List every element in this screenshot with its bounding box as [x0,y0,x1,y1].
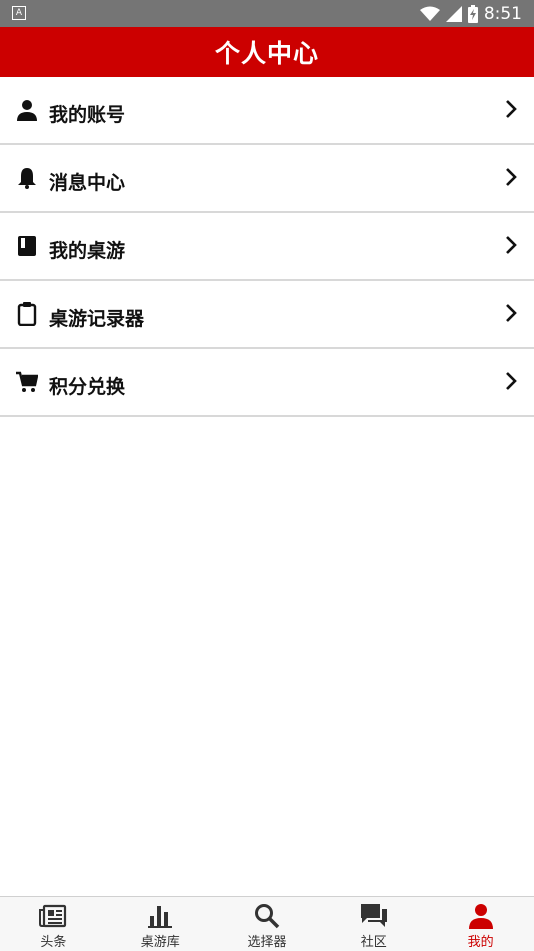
nav-tab-headlines[interactable]: 头条 [0,897,107,951]
battery-charging-icon [467,4,478,23]
nav-label: 头条 [40,935,67,950]
status-time: 8:51 [483,3,522,24]
nav-label: 我的 [467,935,494,950]
chevron-right-icon [506,236,517,254]
page-title: 个人中心 [214,39,319,68]
newspaper-icon [38,902,68,929]
search-icon [252,902,282,929]
nav-label: 桌游库 [140,935,180,950]
chevron-right-icon [506,372,517,390]
menu-item-messages[interactable]: 消息中心 [0,145,534,213]
nav-label: 选择器 [247,935,287,950]
clipboard-icon [16,301,38,327]
status-icons: 8:51 [419,0,522,27]
status-bar: A 8:51 [0,0,534,27]
wifi-icon [419,6,440,21]
chevron-right-icon [506,168,517,186]
cell-signal-icon [445,5,462,22]
menu-item-account[interactable]: 我的账号 [0,77,534,145]
nav-tab-selector[interactable]: 选择器 [214,897,321,951]
nav-label: 社区 [360,935,387,950]
nav-tab-community[interactable]: 社区 [320,897,427,951]
menu-item-my-games[interactable]: 我的桌游 [0,213,534,281]
chat-icon [359,902,389,929]
menu-item-label: 积分兑换 [49,376,126,398]
menu-item-label: 我的账号 [49,104,126,126]
bell-icon [16,165,38,191]
menu-list: 我的账号 消息中心 我的桌游 桌游记录器 积分兑换 [0,77,534,417]
notification-badge: A [12,6,26,20]
menu-item-label: 消息中心 [49,172,126,194]
app-header: 个人中心 [0,27,534,77]
menu-item-label: 桌游记录器 [49,308,145,330]
menu-item-points-exchange[interactable]: 积分兑换 [0,349,534,417]
nav-tab-game-library[interactable]: 桌游库 [107,897,214,951]
book-icon [16,233,38,259]
menu-item-game-recorder[interactable]: 桌游记录器 [0,281,534,349]
cart-icon [16,369,38,395]
person-icon [466,902,496,929]
person-icon [16,97,38,123]
chevron-right-icon [506,100,517,118]
chevron-right-icon [506,304,517,322]
bar-chart-icon [145,902,175,929]
bottom-nav: 头条 桌游库 选择器 社区 我的 [0,896,534,951]
nav-tab-mine[interactable]: 我的 [427,897,534,951]
menu-item-label: 我的桌游 [49,240,126,262]
